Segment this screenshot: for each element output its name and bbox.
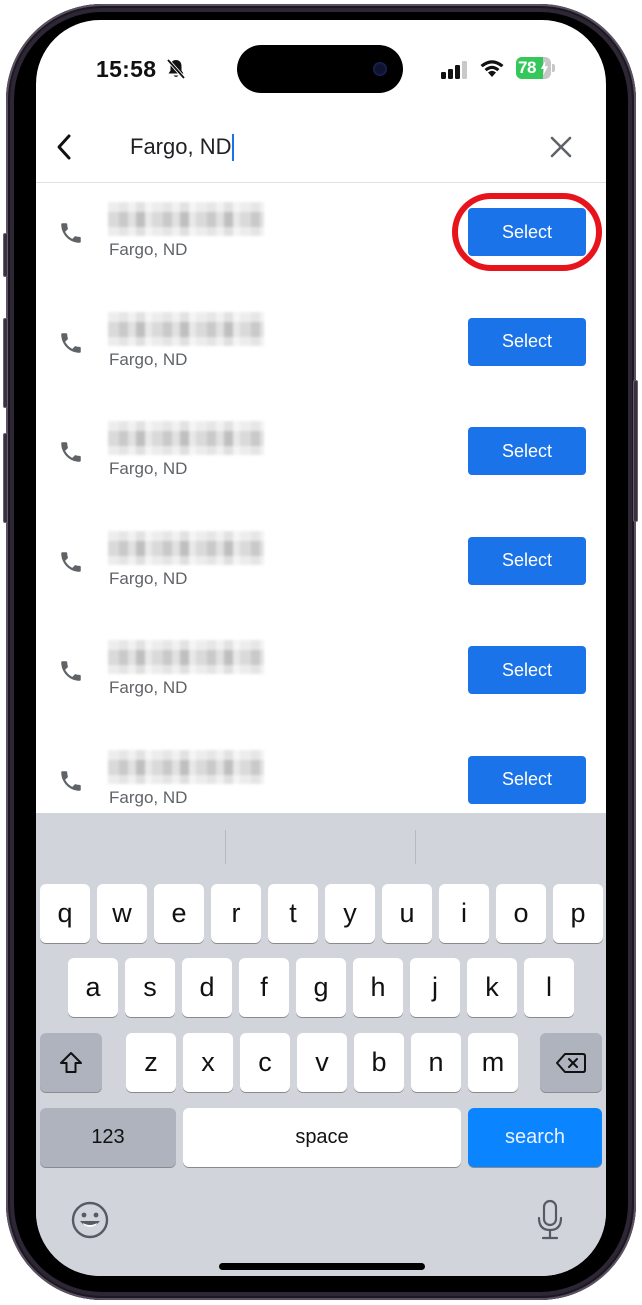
key-v[interactable]: v: [297, 1033, 347, 1092]
row-location: Fargo, ND: [109, 678, 188, 697]
shift-key[interactable]: [40, 1033, 102, 1092]
phone-icon: [61, 332, 81, 353]
space-key[interactable]: space: [183, 1108, 461, 1167]
keyboard: q w e r t y u i o p a s d f g h j k l z x c v b n m 123 space search: [36, 813, 606, 1276]
battery-indicator: 78: [516, 57, 555, 79]
suggestion-divider: [225, 830, 226, 864]
select-button[interactable]: Select: [468, 536, 586, 585]
phone-number-redacted: [108, 640, 264, 674]
wifi-icon: [480, 60, 504, 77]
row-location: Fargo, ND: [109, 349, 188, 369]
bell-slash-icon: [166, 58, 186, 80]
cellular-signal-icon: [441, 61, 467, 79]
key-r[interactable]: r: [211, 884, 261, 943]
search-key[interactable]: search: [468, 1108, 602, 1167]
key-q[interactable]: q: [40, 884, 90, 943]
row-location: Fargo, ND: [109, 459, 188, 478]
key-z[interactable]: z: [126, 1033, 176, 1092]
phone-number-redacted: [108, 530, 264, 565]
home-indicator[interactable]: [219, 1263, 425, 1270]
key-n[interactable]: n: [411, 1033, 461, 1092]
select-button[interactable]: Select: [468, 646, 586, 694]
battery-body: 78: [516, 57, 551, 79]
key-s[interactable]: s: [125, 958, 175, 1017]
key-k[interactable]: k: [467, 958, 517, 1017]
action-button: [3, 233, 8, 277]
charging-bolt-icon: [540, 60, 549, 76]
phone-icon: [61, 770, 81, 791]
result-row[interactable]: Fargo, ND Select: [36, 184, 606, 293]
row-location: Fargo, ND: [109, 787, 188, 807]
key-c[interactable]: c: [240, 1033, 290, 1092]
key-h[interactable]: h: [353, 958, 403, 1017]
delete-key[interactable]: [540, 1033, 602, 1092]
screen: 15:58 78 Fargo, ND Fargo, ND Select Farg…: [36, 20, 606, 1276]
select-button[interactable]: Select: [468, 427, 586, 475]
shift-icon: [60, 1051, 82, 1073]
microphone-icon[interactable]: [535, 1199, 565, 1241]
key-f[interactable]: f: [239, 958, 289, 1017]
key-e[interactable]: e: [154, 884, 204, 943]
key-o[interactable]: o: [496, 884, 546, 943]
result-list: Fargo, ND Select Fargo, ND Select Fargo, ND S…: [36, 184, 606, 813]
back-chevron-icon[interactable]: [50, 132, 80, 162]
key-x[interactable]: x: [183, 1033, 233, 1092]
phone-number-redacted: [108, 749, 264, 784]
battery-cap: [552, 64, 555, 72]
row-location: Fargo, ND: [109, 240, 188, 259]
key-t[interactable]: t: [268, 884, 318, 943]
phone-icon: [61, 551, 81, 572]
dynamic-island: [237, 45, 403, 93]
select-button[interactable]: Select: [468, 317, 586, 366]
key-u[interactable]: u: [382, 884, 432, 943]
suggestion-divider: [415, 830, 416, 864]
search-input[interactable]: Fargo, ND: [130, 130, 510, 164]
row-location: Fargo, ND: [109, 568, 188, 588]
phone-icon: [61, 223, 81, 243]
close-icon[interactable]: [547, 133, 575, 161]
status-time: 15:58: [96, 56, 157, 82]
key-j[interactable]: j: [410, 958, 460, 1017]
battery-percent: 78: [518, 58, 536, 77]
key-i[interactable]: i: [439, 884, 489, 943]
result-row[interactable]: Fargo, ND Select: [36, 732, 606, 814]
key-d[interactable]: d: [182, 958, 232, 1017]
select-button[interactable]: Select: [468, 208, 586, 256]
result-row[interactable]: Fargo, ND Select: [36, 294, 606, 403]
phone-number-redacted: [108, 202, 264, 236]
result-row[interactable]: Fargo, ND Select: [36, 513, 606, 622]
key-p[interactable]: p: [553, 884, 603, 943]
front-camera: [373, 62, 387, 76]
result-row[interactable]: Fargo, ND Select: [36, 622, 606, 731]
select-button[interactable]: Select: [468, 755, 586, 804]
volume-up-button: [3, 318, 8, 408]
key-g[interactable]: g: [296, 958, 346, 1017]
phone-icon: [61, 661, 81, 681]
key-m[interactable]: m: [468, 1033, 518, 1092]
phone-number-redacted: [108, 311, 264, 346]
search-query: Fargo, ND: [130, 134, 232, 159]
numbers-key[interactable]: 123: [40, 1108, 176, 1167]
key-a[interactable]: a: [68, 958, 118, 1017]
backspace-icon: [556, 1052, 586, 1073]
key-w[interactable]: w: [97, 884, 147, 943]
search-header: Fargo, ND: [36, 116, 606, 183]
phone-number-redacted: [108, 421, 264, 455]
key-l[interactable]: l: [524, 958, 574, 1017]
key-b[interactable]: b: [354, 1033, 404, 1092]
text-cursor: [232, 133, 235, 161]
result-row[interactable]: Fargo, ND Select: [36, 403, 606, 512]
emoji-icon[interactable]: [70, 1200, 110, 1240]
power-button: [633, 380, 638, 522]
key-y[interactable]: y: [325, 884, 375, 943]
volume-down-button: [3, 433, 8, 523]
phone-icon: [61, 442, 81, 462]
